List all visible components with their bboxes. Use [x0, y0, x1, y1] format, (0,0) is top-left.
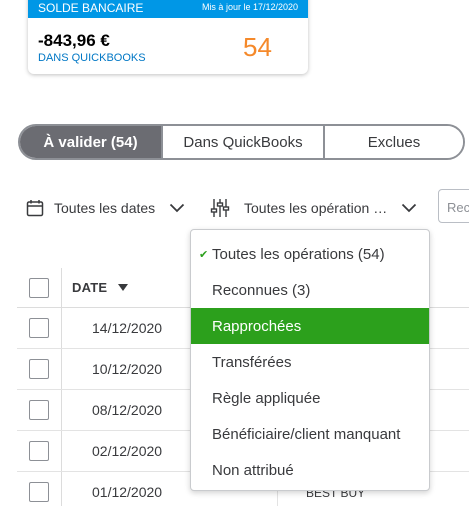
menu-item-rule-applied[interactable]: Règle appliquée: [191, 380, 429, 416]
menu-item-label: Toutes les opérations (54): [212, 245, 385, 263]
row-checkbox[interactable]: [29, 400, 49, 420]
row-checkbox[interactable]: [29, 482, 49, 502]
menu-item-recognized[interactable]: Reconnues (3): [191, 272, 429, 308]
row-date: 08/12/2020: [92, 402, 163, 418]
menu-item-missing-payee[interactable]: Bénéficiaire/client manquant: [191, 416, 429, 452]
menu-item-label: Transférées: [212, 353, 292, 371]
row-date: 01/12/2020: [92, 484, 163, 500]
menu-item-reconciled[interactable]: Rapprochées: [191, 308, 429, 344]
chevron-down-icon: [402, 203, 417, 213]
operations-filter-label: Toutes les opération …: [244, 200, 388, 216]
search-input[interactable]: Rec: [438, 189, 469, 223]
menu-item-unassigned[interactable]: Non attribué: [191, 452, 429, 488]
bank-balance-card[interactable]: SOLDE BANCAIRE Mis à jour le 17/12/2020 …: [28, 0, 308, 74]
tab-in-quickbooks[interactable]: Dans QuickBooks: [161, 126, 323, 158]
menu-item-label: Bénéficiaire/client manquant: [212, 425, 401, 443]
check-icon: ✔: [199, 249, 209, 261]
date-column-header[interactable]: DATE: [72, 280, 107, 295]
tab-to-review[interactable]: À valider (54): [20, 126, 161, 158]
select-all-checkbox[interactable]: [29, 278, 49, 298]
pending-count: 54: [243, 32, 272, 62]
date-filter-label: Toutes les dates: [54, 200, 156, 216]
row-date: 10/12/2020: [92, 361, 163, 377]
menu-item-label: Règle appliquée: [212, 389, 321, 407]
row-date: 02/12/2020: [92, 443, 163, 459]
card-header: SOLDE BANCAIRE Mis à jour le 17/12/2020: [28, 0, 308, 18]
sort-arrow-icon[interactable]: [118, 284, 128, 291]
chevron-down-icon: [170, 203, 185, 213]
tab-excluded[interactable]: Exclues: [323, 126, 463, 158]
balance-amount: -843,96 €: [38, 31, 110, 50]
menu-item-label: Non attribué: [212, 461, 294, 479]
calendar-icon: [26, 200, 44, 217]
menu-item-all-operations[interactable]: ✔ Toutes les opérations (54): [191, 236, 429, 272]
operations-dropdown-menu: ✔ Toutes les opérations (54) Reconnues (…: [190, 229, 430, 491]
menu-item-label: Reconnues (3): [212, 281, 311, 299]
row-checkbox[interactable]: [29, 359, 49, 379]
card-title: SOLDE BANCAIRE: [38, 1, 144, 15]
balance-subtitle: DANS QUICKBOOKS: [38, 52, 146, 64]
menu-item-label: Rapprochées: [212, 317, 302, 335]
date-filter[interactable]: Toutes les dates: [26, 196, 185, 220]
transaction-tabs: À valider (54) Dans QuickBooks Exclues: [18, 124, 465, 160]
menu-item-transferred[interactable]: Transférées: [191, 344, 429, 380]
sliders-icon: [210, 199, 230, 217]
row-date: 14/12/2020: [92, 320, 163, 336]
card-updated-date: Mis à jour le 17/12/2020: [201, 2, 298, 12]
row-checkbox[interactable]: [29, 318, 49, 338]
row-checkbox[interactable]: [29, 441, 49, 461]
operations-filter[interactable]: Toutes les opération …: [210, 196, 417, 220]
